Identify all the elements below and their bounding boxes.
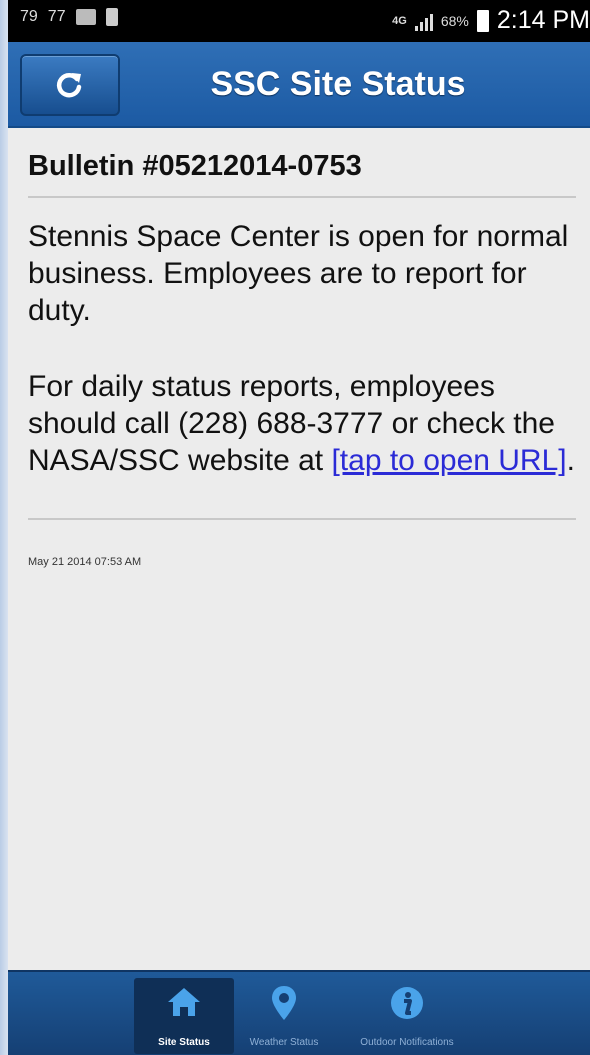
bulletin-title: Bulletin #05212014-0753 bbox=[28, 150, 362, 182]
page-title: SSC Site Status bbox=[210, 65, 466, 103]
app-header: SSC Site Status bbox=[8, 42, 590, 128]
nav-tab-weather-status[interactable]: Weather Status bbox=[234, 978, 334, 1054]
nav-label-site-status: Site Status bbox=[158, 1037, 210, 1048]
home-icon bbox=[168, 988, 200, 1016]
network-type-label: 4G bbox=[392, 14, 407, 27]
image-notification-icon bbox=[75, 9, 96, 25]
status-bar: 79 77 4G 68% 2:14 PM bbox=[8, 0, 590, 42]
refresh-button[interactable] bbox=[20, 54, 120, 116]
nav-tab-outdoor-notifications[interactable]: Outdoor Notifications bbox=[334, 978, 480, 1054]
app-screen: 79 77 4G 68% 2:14 PM SSC Site Status Bul… bbox=[0, 0, 590, 1055]
signal-strength-icon bbox=[414, 11, 433, 31]
title-divider bbox=[28, 196, 576, 198]
nav-label-outdoor-notifications: Outdoor Notifications bbox=[360, 1037, 454, 1048]
bulletin-paragraph-2: For daily status reports, employees shou… bbox=[28, 368, 580, 479]
body-divider bbox=[28, 518, 576, 520]
lock-notification-icon bbox=[105, 8, 118, 26]
location-pin-icon bbox=[272, 986, 296, 1020]
status-left-icons: 79 77 bbox=[20, 8, 118, 26]
refresh-icon bbox=[56, 73, 82, 98]
clock-time: 2:14 PM bbox=[496, 6, 590, 34]
bulletin-timestamp: May 21 2014 07:53 AM bbox=[28, 556, 142, 568]
bulletin-paragraph-2-end: . bbox=[566, 444, 575, 477]
status-right-icons: 4G 68% 2:14 PM bbox=[392, 6, 590, 35]
notification-temp-2: 77 bbox=[47, 8, 66, 25]
bulletin-content: Bulletin #05212014-0753 Stennis Space Ce… bbox=[8, 128, 590, 970]
battery-icon bbox=[476, 9, 489, 32]
website-link[interactable]: [tap to open URL] bbox=[331, 444, 566, 477]
nav-label-weather-status: Weather Status bbox=[249, 1037, 319, 1048]
notification-temp-1: 79 bbox=[20, 8, 38, 25]
bottom-nav: Site Status Weather Status Outdoor Notif… bbox=[8, 970, 590, 1055]
nav-tab-site-status[interactable]: Site Status bbox=[134, 978, 234, 1054]
battery-percent: 68% bbox=[440, 12, 469, 29]
bulletin-paragraph-1: Stennis Space Center is open for normal … bbox=[28, 220, 569, 327]
info-icon bbox=[391, 987, 423, 1019]
